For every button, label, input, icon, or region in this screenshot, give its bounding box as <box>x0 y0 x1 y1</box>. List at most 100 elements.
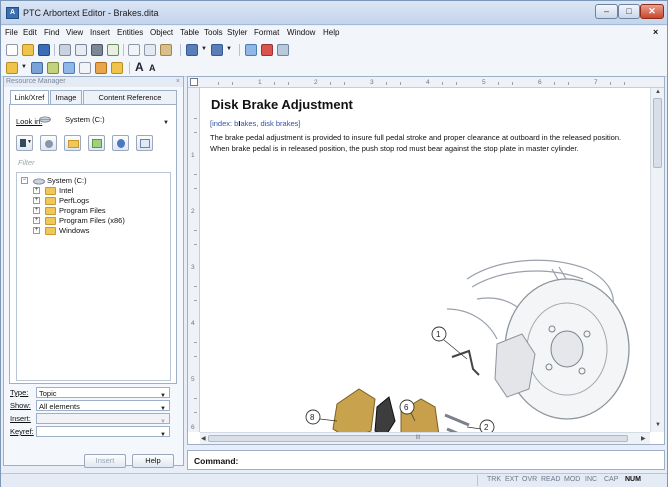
spell-icon[interactable] <box>63 62 75 74</box>
menu-help[interactable]: Help <box>323 28 339 37</box>
tab-image[interactable]: Image <box>50 90 82 104</box>
help-button[interactable]: Help <box>132 454 174 468</box>
ruler-number: 5 <box>482 79 486 86</box>
filter-input[interactable]: Filter <box>16 157 172 169</box>
edit-icon[interactable] <box>261 44 273 56</box>
properties-button[interactable] <box>136 135 153 151</box>
close-document-icon[interactable]: × <box>653 27 658 37</box>
keyref-select[interactable]: ▼ <box>36 426 170 438</box>
compose-icon[interactable] <box>95 62 107 74</box>
graphic-icon[interactable] <box>277 44 289 56</box>
look-in-select[interactable]: System (C:) ▼ <box>39 114 172 127</box>
font-decrease-icon[interactable]: A <box>149 63 156 73</box>
collapse-icon[interactable]: − <box>21 177 28 184</box>
tree-item-windows[interactable]: + Windows <box>33 226 161 236</box>
expand-icon[interactable]: + <box>33 197 40 204</box>
open-folder-icon[interactable] <box>22 44 34 56</box>
insert-select[interactable]: ▼ <box>36 413 170 425</box>
save-icon[interactable] <box>38 44 50 56</box>
new-folder-button[interactable] <box>88 135 105 151</box>
redo-icon[interactable] <box>211 44 223 56</box>
menu-window[interactable]: Window <box>287 28 315 37</box>
expand-icon[interactable]: + <box>33 217 40 224</box>
formatting-toolbar: ▼ A A <box>1 59 667 77</box>
vertical-scroll-thumb[interactable] <box>653 98 662 168</box>
maximize-button[interactable]: □ <box>618 4 640 19</box>
menu-table[interactable]: Table <box>180 28 199 37</box>
paragraph-icon[interactable] <box>79 62 91 74</box>
tree-item-program-files[interactable]: + Program Files <box>33 206 161 216</box>
title-bar: A PTC Arbortext Editor - Brakes.dita – □… <box>1 1 667 25</box>
menu-entities[interactable]: Entities <box>117 28 143 37</box>
type-label: Type: <box>10 388 29 397</box>
print-preview-icon[interactable] <box>75 44 87 56</box>
document-editor[interactable]: 1 2 3 4 5 6 7 1 2 3 4 5 6 Disk Brake Adj… <box>187 76 665 445</box>
print-icon[interactable] <box>59 44 71 56</box>
vertical-scrollbar[interactable]: ▲ ▼ <box>650 88 664 432</box>
tree-item-system-drive[interactable]: − System (C:) <box>21 176 161 186</box>
tree-item-intel[interactable]: + Intel <box>33 186 161 196</box>
ruler-corner-icon[interactable] <box>190 78 198 86</box>
disk-brake-illustration[interactable]: 1 6 2 3 8 7 <box>297 239 647 432</box>
ruler-number: 1 <box>258 79 262 86</box>
undo-dropdown-icon[interactable]: ▼ <box>201 46 207 52</box>
menu-insert[interactable]: Insert <box>90 28 110 37</box>
insert-table-icon[interactable] <box>245 44 257 56</box>
scroll-up-icon[interactable]: ▲ <box>655 89 661 95</box>
close-window-button[interactable]: ✕ <box>640 4 664 19</box>
insert-button[interactable]: Insert <box>84 454 126 468</box>
view-options-button[interactable]: ▼ <box>16 135 33 151</box>
expand-icon[interactable]: + <box>33 227 40 234</box>
markup-icon[interactable] <box>31 62 43 74</box>
find-icon[interactable] <box>91 44 103 56</box>
menu-file[interactable]: File <box>5 28 18 37</box>
copy-icon[interactable] <box>144 44 156 56</box>
tree-item-perflogs[interactable]: + PerfLogs <box>33 196 161 206</box>
paste-icon[interactable] <box>160 44 172 56</box>
index-entry[interactable]: [index: bIakes, disk brakes] <box>210 119 300 128</box>
menu-edit[interactable]: Edit <box>23 28 37 37</box>
document-content[interactable]: Disk Brake Adjustment [index: bIakes, di… <box>202 89 648 432</box>
menu-styler[interactable]: Styler <box>227 28 247 37</box>
body-paragraph[interactable]: The brake pedal adjustment is provided t… <box>210 133 642 154</box>
tab-link-xref[interactable]: Link/Xref <box>10 90 49 105</box>
menu-find[interactable]: Find <box>44 28 60 37</box>
menu-tools[interactable]: Tools <box>204 28 223 37</box>
close-panel-icon[interactable]: × <box>176 77 180 87</box>
expand-icon[interactable]: + <box>33 187 40 194</box>
scroll-left-icon[interactable]: ◀ <box>201 435 206 442</box>
refresh-button[interactable] <box>112 135 129 151</box>
status-ovr: OVR <box>522 476 538 483</box>
publish-icon[interactable] <box>111 62 123 74</box>
command-line[interactable]: Command: <box>187 450 665 470</box>
back-button[interactable] <box>40 135 57 151</box>
undo-icon[interactable] <box>186 44 198 56</box>
menu-format[interactable]: Format <box>254 28 279 37</box>
menu-view[interactable]: View <box>66 28 83 37</box>
ruler-number: 2 <box>314 79 318 86</box>
folder-tree[interactable]: − System (C:) + Intel + PerfLogs + Progr… <box>16 172 171 381</box>
spell-check-icon[interactable] <box>107 44 119 56</box>
show-select[interactable]: All elements ▼ <box>36 400 170 412</box>
horizontal-scroll-thumb[interactable]: III <box>208 435 628 442</box>
scroll-right-icon[interactable]: ▶ <box>641 435 646 442</box>
type-select[interactable]: Topic ▼ <box>36 387 170 399</box>
up-folder-button[interactable] <box>64 135 81 151</box>
document-title[interactable]: Disk Brake Adjustment <box>211 97 353 112</box>
expand-icon[interactable]: + <box>33 207 40 214</box>
new-document-icon[interactable] <box>6 44 18 56</box>
minimize-button[interactable]: – <box>595 4 618 19</box>
redo-dropdown-icon[interactable]: ▼ <box>226 46 232 52</box>
arbortext-app-icon[interactable]: A <box>6 7 19 19</box>
styles-icon[interactable] <box>6 62 18 74</box>
tag-icon[interactable] <box>47 62 59 74</box>
font-increase-icon[interactable]: A <box>135 60 144 74</box>
tab-content-reference[interactable]: Content Reference <box>83 90 177 104</box>
menu-object[interactable]: Object <box>150 28 173 37</box>
tree-item-program-files-x86[interactable]: + Program Files (x86) <box>33 216 161 226</box>
styles-dropdown-icon[interactable]: ▼ <box>21 64 27 70</box>
horizontal-scrollbar[interactable]: ◀ III ▶ <box>200 432 650 444</box>
cut-icon[interactable] <box>128 44 140 56</box>
scroll-down-icon[interactable]: ▼ <box>655 422 661 428</box>
callout-number: 8 <box>310 413 315 422</box>
